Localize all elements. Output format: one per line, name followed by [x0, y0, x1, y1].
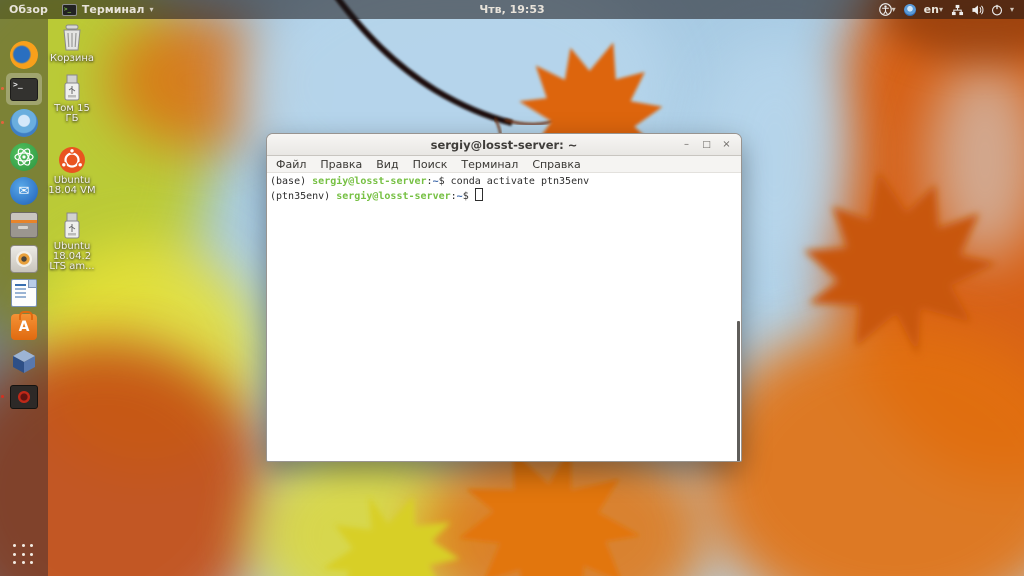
- anaconda-navigator-icon: [10, 143, 38, 171]
- branch: [333, 0, 560, 136]
- menu-help[interactable]: Справка: [525, 158, 587, 171]
- menu-file[interactable]: Файл: [269, 158, 313, 171]
- terminal-window: sergiy@losst-server: ~ – □ × Файл Правка…: [266, 133, 742, 462]
- grid-dot: [22, 544, 25, 547]
- blue-app-indicator-icon: [904, 4, 916, 16]
- window-titlebar[interactable]: sergiy@losst-server: ~ – □ ×: [267, 134, 741, 156]
- maple-leaf-right: [785, 151, 1012, 376]
- grid-dot: [30, 544, 33, 547]
- scrollbar-thumb[interactable]: [737, 321, 740, 461]
- thunderbird-icon: ✉: [10, 177, 38, 205]
- terminal-menubar: Файл Правка Вид Поиск Терминал Справка: [267, 156, 741, 173]
- system-menu[interactable]: ▾: [951, 4, 1014, 16]
- grid-dot: [22, 553, 25, 556]
- maple-leaf-bottom-yellow: [305, 473, 479, 576]
- dock-item-rhythmbox[interactable]: [6, 243, 42, 275]
- desktop-icon-label: Том 15 ГБ: [44, 104, 100, 124]
- trash-icon: [44, 24, 100, 52]
- chevron-down-icon: ▾: [939, 5, 943, 14]
- window-title: sergiy@losst-server: ~: [267, 138, 741, 152]
- dock-item-thunderbird[interactable]: ✉: [6, 175, 42, 207]
- desktop-icon-trash[interactable]: Корзина: [44, 24, 100, 64]
- dock-item-screen-recorder[interactable]: [6, 381, 42, 413]
- screen-recorder-icon: [10, 385, 38, 409]
- firefox-icon: [10, 41, 38, 69]
- record-glyph: [18, 391, 30, 403]
- accessibility-menu[interactable]: ▾: [879, 3, 896, 16]
- grid-dot: [30, 553, 33, 556]
- command-text: conda activate ptn35env: [451, 176, 589, 187]
- user-host-text: sergiy@losst-server: [336, 191, 450, 202]
- chevron-down-icon: ▾: [1010, 5, 1014, 14]
- desktop-icon-label: Ubuntu 18.04.2 LTS am...: [44, 242, 100, 272]
- user-host-text: sergiy@losst-server: [312, 176, 426, 187]
- dock-item-chromium[interactable]: [6, 107, 42, 139]
- grid-dot: [30, 561, 33, 564]
- atom-glyph: [13, 146, 35, 168]
- dock-item-ubuntu-software[interactable]: A: [6, 311, 42, 343]
- dock: >_ ✉ A: [0, 19, 48, 576]
- virtualbox-icon: [10, 347, 38, 375]
- show-applications-button[interactable]: [13, 544, 35, 566]
- desktop-icon-label: Корзина: [44, 54, 100, 64]
- grid-dot: [22, 561, 25, 564]
- desktop-icon-ubuntu-usb[interactable]: Ubuntu 18.04.2 LTS am...: [44, 212, 100, 272]
- terminal-line: (base) sergiy@losst-server:~$ conda acti…: [270, 175, 741, 188]
- close-button[interactable]: ×: [721, 140, 732, 150]
- minimize-button[interactable]: –: [681, 140, 692, 150]
- chromium-icon: [10, 109, 38, 137]
- desktop-icon-ubuntu-vm[interactable]: Ubuntu 18.04 VM: [44, 146, 100, 196]
- running-indicator-dot: [1, 87, 4, 90]
- desktop: Обзор >_ Терминал ▾ Чтв, 19:53 ▾ en: [0, 0, 1024, 576]
- running-indicator-dot: [1, 395, 4, 398]
- terminal-icon: >_: [10, 78, 38, 101]
- dock-item-anaconda-navigator[interactable]: [6, 141, 42, 173]
- dock-item-libreoffice-writer[interactable]: [6, 277, 42, 309]
- files-icon: [10, 212, 38, 238]
- grid-dot: [13, 553, 16, 556]
- usb-drive-icon: [44, 212, 100, 240]
- power-icon: [991, 4, 1003, 16]
- menu-terminal[interactable]: Терминал: [454, 158, 525, 171]
- volume-icon: [971, 4, 984, 16]
- desktop-icon-volume-15gb[interactable]: Том 15 ГБ: [44, 74, 100, 124]
- usb-drive-icon: [44, 74, 100, 102]
- ubuntu-logo-icon: [44, 146, 100, 174]
- speaker-glyph: [16, 251, 32, 267]
- menu-search[interactable]: Поиск: [406, 158, 455, 171]
- dock-item-files[interactable]: [6, 209, 42, 241]
- chevron-down-icon: ▾: [892, 5, 896, 14]
- clock-button[interactable]: Чтв, 19:53: [0, 3, 1024, 16]
- app-indicator[interactable]: [904, 4, 916, 16]
- terminal-cursor: [475, 188, 483, 201]
- libreoffice-writer-icon: [11, 279, 37, 307]
- menu-view[interactable]: Вид: [369, 158, 405, 171]
- terminal-line: (ptn35env) sergiy@losst-server:~$: [270, 188, 741, 203]
- dock-item-firefox[interactable]: [6, 39, 42, 71]
- language-label: en: [924, 3, 939, 16]
- desktop-icon-label: Ubuntu 18.04 VM: [44, 176, 100, 196]
- dock-item-virtualbox[interactable]: [6, 345, 42, 377]
- accessibility-icon: [879, 3, 892, 16]
- network-wired-icon: [951, 4, 964, 16]
- running-indicator-dot: [1, 121, 4, 124]
- grid-dot: [13, 544, 16, 547]
- maximize-button[interactable]: □: [701, 140, 712, 150]
- ubuntu-software-icon: A: [11, 314, 37, 340]
- grid-dot: [13, 561, 16, 564]
- menu-edit[interactable]: Правка: [313, 158, 369, 171]
- dock-item-terminal[interactable]: >_: [6, 73, 42, 105]
- rhythmbox-icon: [10, 245, 38, 273]
- language-menu[interactable]: en ▾: [924, 3, 943, 16]
- terminal-content[interactable]: (base) sergiy@losst-server:~$ conda acti…: [267, 173, 741, 461]
- top-bar: Обзор >_ Терминал ▾ Чтв, 19:53 ▾ en: [0, 0, 1024, 19]
